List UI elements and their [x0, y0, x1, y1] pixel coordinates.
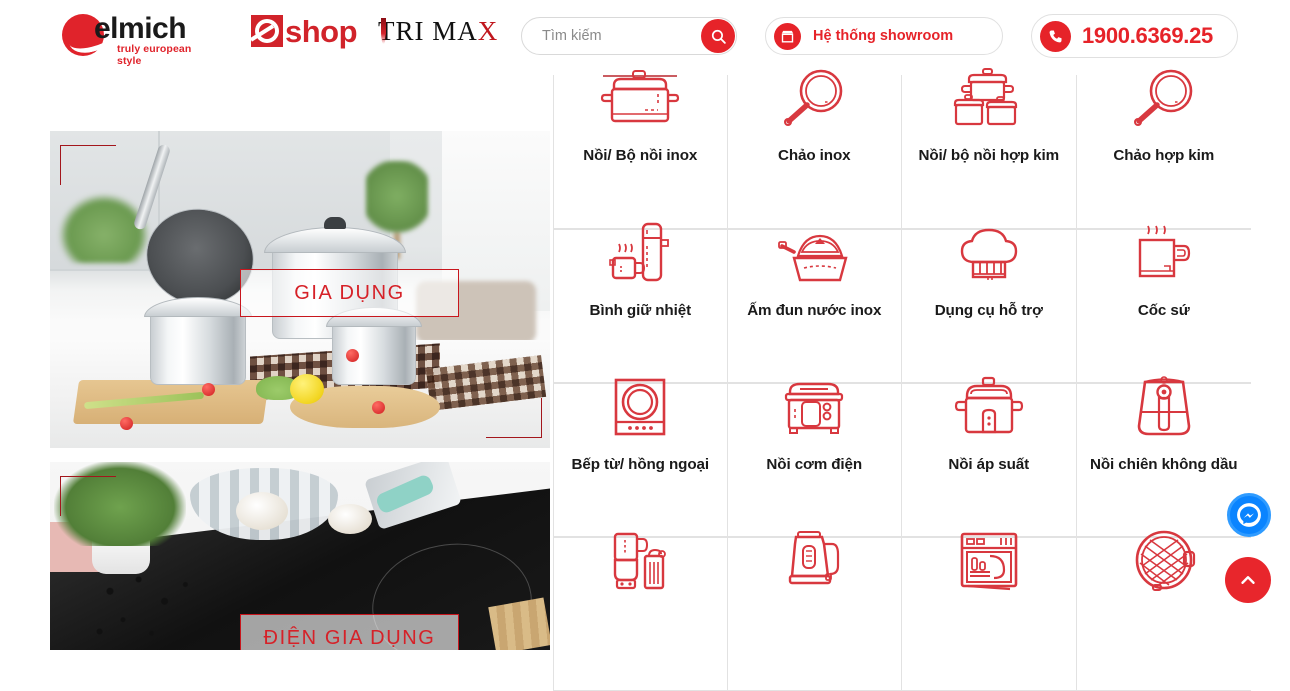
showroom-button[interactable]: Hệ thống showroom	[765, 17, 1003, 55]
category-label: Chảo inox	[777, 147, 851, 164]
category-item-noi-ap-suat[interactable]: Nồi áp suất	[902, 376, 1077, 537]
trimax-word-x: X	[477, 16, 499, 46]
pot-icon	[597, 70, 683, 129]
category-item-may-xay-sinh-to[interactable]	[553, 532, 728, 691]
search-button[interactable]	[701, 19, 735, 53]
banner-corner-bottom-right	[486, 398, 542, 438]
messenger-icon	[1237, 503, 1261, 527]
banner-label-dien-gia-dung: ĐIỆN GIA DỤNG	[240, 614, 459, 650]
thermos-icon	[605, 222, 675, 284]
elmich-logo[interactable]: elmich truly european style	[62, 10, 214, 67]
category-label: Nồi/ bộ nồi hợp kim	[918, 147, 1059, 164]
category-item-am-sieu-toc[interactable]	[727, 531, 902, 691]
induction-cooktop-icon	[608, 378, 672, 438]
banner-dien-gia-dung[interactable]: ĐIỆN GIA DỤNG	[50, 462, 550, 650]
frying-pan-icon	[778, 69, 850, 129]
search-box[interactable]	[521, 17, 737, 55]
eshop-wordmark: shop	[285, 14, 358, 49]
category-item-chao-hop-kim[interactable]: Chảo hợp kim	[1076, 69, 1251, 229]
store-icon	[774, 22, 801, 50]
category-item-coc-su[interactable]: Cốc sứ	[1076, 225, 1251, 383]
frying-pan-icon	[1128, 69, 1200, 129]
trimax-drip-icon	[381, 18, 386, 44]
category-item-bep-tu-hong-ngoai[interactable]: Bếp từ/ hồng ngoại	[553, 378, 728, 537]
category-grid: Nồi/ Bộ nồi inox Chảo inox Nồi/ bộ nồi h…	[553, 68, 1251, 691]
trimax-logo[interactable]: TRI MAX	[378, 16, 498, 47]
category-item-may-rua-bat[interactable]	[902, 532, 1077, 691]
category-item-am-dun-nuoc-inox[interactable]: Ấm đun nước inox	[727, 229, 902, 383]
site-header: elmich truly european style shop TRI MAX…	[0, 0, 1290, 72]
category-item-noi-com-dien[interactable]: Nồi cơm điện	[727, 382, 902, 537]
category-label: Nồi chiên không dầu	[1090, 456, 1238, 473]
waffle-maker-icon	[1131, 530, 1197, 592]
category-item-noi-bo-noi-hop-kim[interactable]: Nồi/ bộ nồi hợp kim	[902, 68, 1077, 229]
search-input[interactable]	[540, 18, 690, 54]
search-icon	[711, 29, 726, 44]
category-item-chao-inox[interactable]: Chảo inox	[727, 69, 902, 229]
hotline-button[interactable]: 1900.6369.25	[1031, 14, 1238, 58]
mug-icon	[1132, 225, 1196, 284]
chevron-up-icon	[1241, 576, 1255, 584]
elmich-wordmark: elmich	[94, 12, 187, 45]
hotline-number: 1900.6369.25	[1082, 23, 1213, 48]
rice-cooker-icon	[778, 382, 850, 438]
category-label: Ấm đun nước inox	[747, 302, 882, 319]
category-item-noi-bo-noi-inox[interactable]: Nồi/ Bộ nồi inox	[553, 70, 728, 229]
pressure-cooker-icon	[953, 376, 1025, 438]
category-item-noi-chien-khong-dau[interactable]: Nồi chiên không dầu	[1076, 376, 1251, 537]
banner-corner-top-left	[60, 145, 116, 185]
chef-hat-icon	[954, 228, 1024, 284]
air-fryer-icon	[1133, 376, 1195, 438]
blender-icon	[605, 532, 675, 592]
banner-gia-dung[interactable]: GIA DỤNG	[50, 131, 550, 448]
promo-banner-column: GIA DỤNG ĐIỆN GIA DỤNG	[50, 131, 550, 650]
kettle-icon	[774, 230, 854, 284]
dishwasher-icon	[956, 532, 1022, 592]
category-label: Dụng cụ hỗ trợ	[934, 302, 1043, 319]
category-item-may-lam-banh[interactable]	[1076, 530, 1251, 691]
category-label: Cốc sứ	[1137, 302, 1190, 319]
electric-kettle-icon	[782, 531, 846, 592]
category-label: Bình giữ nhiệt	[589, 302, 692, 319]
category-label: Bếp từ/ hồng ngoại	[571, 456, 710, 473]
category-label: Chảo hợp kim	[1113, 147, 1215, 164]
trimax-word-main: TRI MA	[378, 16, 478, 46]
category-label: Nồi áp suất	[948, 456, 1030, 473]
phone-icon	[1040, 20, 1071, 52]
pot-set-icon	[949, 68, 1029, 129]
eshop-mark-icon	[251, 15, 283, 47]
elmich-tagline: truly european style	[117, 43, 192, 67]
category-label: Nồi/ Bộ nồi inox	[583, 147, 698, 164]
category-label: Nồi cơm điện	[766, 456, 863, 473]
banner-corner-top-left	[60, 476, 116, 516]
messenger-chat-button[interactable]	[1227, 493, 1271, 537]
banner-label-gia-dung: GIA DỤNG	[240, 269, 459, 317]
scroll-to-top-button[interactable]	[1225, 557, 1271, 603]
showroom-label: Hệ thống showroom	[813, 28, 954, 44]
category-item-dung-cu-ho-tro[interactable]: Dụng cụ hỗ trợ	[902, 228, 1077, 383]
category-item-binh-giu-nhiet[interactable]: Bình giữ nhiệt	[553, 222, 728, 383]
